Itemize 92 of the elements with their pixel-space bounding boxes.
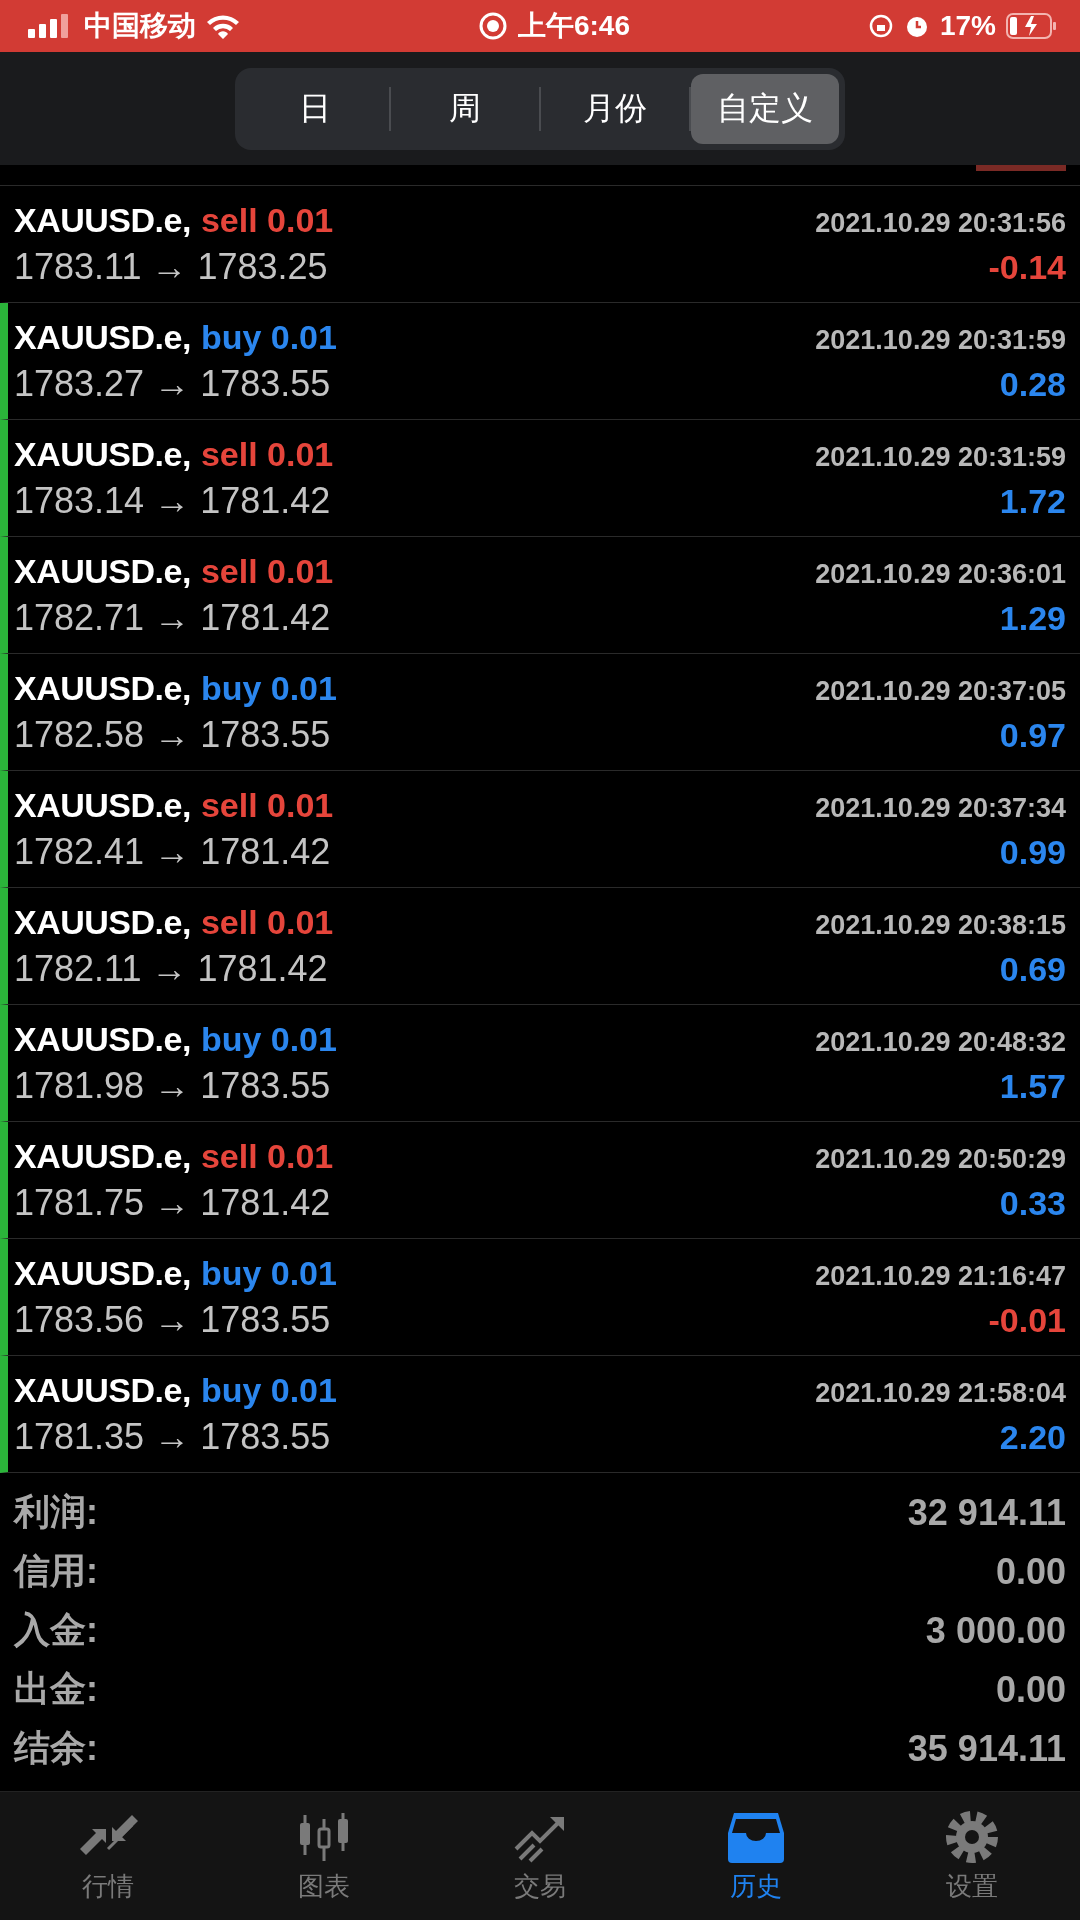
deal-time: 2021.10.29 21:16:47 <box>815 1260 1066 1292</box>
profit-value: 0.28 <box>999 364 1066 404</box>
summary-label: 结余: <box>14 1726 98 1770</box>
order-label: sell 0.01 <box>200 1136 334 1176</box>
deal-row[interactable]: XAUUSD.e, sell 0.01 2021.10.29 20:31:56 1783.11 → 1783.25 -0.14 <box>0 186 1080 303</box>
deal-time: 2021.10.29 20:31:59 <box>815 324 1066 356</box>
profit-value: 1.57 <box>999 1066 1066 1106</box>
nav-tab[interactable]: 设置 <box>864 1792 1080 1920</box>
symbol-label: XAUUSD.e, <box>14 902 191 942</box>
order-label: buy 0.01 <box>200 1253 337 1293</box>
profit-value: 1.72 <box>999 481 1066 521</box>
price-range: 1781.35 → 1783.55 <box>14 1415 331 1458</box>
deal-time: 2021.10.29 20:37:34 <box>815 792 1066 824</box>
profit-value: 0.33 <box>999 1183 1066 1223</box>
wifi-icon <box>206 13 240 39</box>
symbol-label: XAUUSD.e, <box>14 1136 191 1176</box>
symbol-label: XAUUSD.e, <box>14 434 191 474</box>
order-label: sell 0.01 <box>200 200 334 240</box>
symbol-label: XAUUSD.e, <box>14 200 191 240</box>
price-range: 1783.14 → 1781.42 <box>14 479 331 522</box>
order-label: sell 0.01 <box>200 551 334 591</box>
deal-time: 2021.10.29 20:48:32 <box>815 1026 1066 1058</box>
clock-time: 上午6:46 <box>517 9 630 43</box>
deal-row[interactable]: XAUUSD.e, buy 0.01 2021.10.29 20:37:05 1782.58 → 1783.55 0.97 <box>0 654 1080 771</box>
price-range: 1782.11 → 1781.42 <box>14 947 328 990</box>
period-tab[interactable]: 月份 <box>541 73 689 144</box>
symbol-label: XAUUSD.e, <box>14 785 191 825</box>
rotation-lock-icon <box>867 13 894 39</box>
period-tab[interactable]: 自定义 <box>691 73 839 144</box>
symbol-label: XAUUSD.e, <box>14 1019 191 1059</box>
symbol-label: XAUUSD.e, <box>14 317 191 357</box>
price-range: 1782.41 → 1781.42 <box>14 830 331 873</box>
deal-row[interactable]: XAUUSD.e, sell 0.01 2021.10.29 20:50:29 1781.75 → 1781.42 0.33 <box>0 1122 1080 1239</box>
profit-value: 1.29 <box>999 598 1066 638</box>
profit-value: 0.99 <box>999 832 1066 872</box>
deal-time: 2021.10.29 20:38:15 <box>815 909 1066 941</box>
order-label: buy 0.01 <box>200 1370 337 1410</box>
price-range: 1782.71 → 1781.42 <box>14 596 331 639</box>
period-tab[interactable]: 日 <box>241 73 389 144</box>
symbol-label: XAUUSD.e, <box>14 1370 191 1410</box>
deal-time: 2021.10.29 20:36:01 <box>815 558 1066 590</box>
order-label: buy 0.01 <box>200 1019 337 1059</box>
price-range: 1782.58 → 1783.55 <box>14 713 331 756</box>
record-icon <box>477 11 508 41</box>
deal-time: 2021.10.29 21:58:04 <box>815 1377 1066 1409</box>
order-label: sell 0.01 <box>200 434 334 474</box>
deal-time: 2021.10.29 20:31:59 <box>815 441 1066 473</box>
profit-value: 0.69 <box>999 949 1066 989</box>
price-range: 1783.56 → 1783.55 <box>14 1298 331 1341</box>
nav-tab[interactable]: 行情 <box>0 1792 216 1920</box>
summary-value: 32 914.11 <box>907 1491 1066 1534</box>
deal-time: 2021.10.29 20:31:56 <box>815 207 1066 239</box>
summary-value: 35 914.11 <box>907 1727 1066 1770</box>
summary-label: 利润: <box>14 1490 98 1534</box>
deal-row[interactable]: XAUUSD.e, buy 0.01 2021.10.29 20:48:32 1781.98 → 1783.55 1.57 <box>0 1005 1080 1122</box>
profit-value: -0.14 <box>988 247 1066 287</box>
deal-row[interactable]: XAUUSD.e, sell 0.01 2021.10.29 20:36:01 1782.71 → 1781.42 1.29 <box>0 537 1080 654</box>
symbol-label: XAUUSD.e, <box>14 551 191 591</box>
order-label: buy 0.01 <box>200 668 337 708</box>
deal-row[interactable]: XAUUSD.e, sell 0.01 2021.10.29 20:37:34 1782.41 → 1781.42 0.99 <box>0 771 1080 888</box>
deal-row[interactable]: XAUUSD.e, sell 0.01 2021.10.29 20:31:59 1783.14 → 1781.42 1.72 <box>0 420 1080 537</box>
price-range: 1781.98 → 1783.55 <box>14 1064 331 1107</box>
summary-value: 0.00 <box>995 1668 1066 1711</box>
summary-label: 信用: <box>14 1549 98 1593</box>
deal-row[interactable]: XAUUSD.e, buy 0.01 2021.10.29 20:31:59 1783.27 → 1783.55 0.28 <box>0 303 1080 420</box>
symbol-label: XAUUSD.e, <box>14 668 191 708</box>
price-range: 1783.11 → 1783.25 <box>14 245 328 288</box>
summary-label: 入金: <box>14 1608 98 1652</box>
profit-value: -0.01 <box>988 1300 1066 1340</box>
battery-icon <box>1006 13 1058 39</box>
price-range: 1783.27 → 1783.55 <box>14 362 331 405</box>
nav-tab[interactable]: 图表 <box>216 1792 432 1920</box>
battery-percent: 17% <box>939 10 996 42</box>
nav-tab[interactable]: 交易 <box>432 1792 648 1920</box>
carrier-name: 中国移动 <box>84 9 196 43</box>
period-tab[interactable]: 周 <box>391 73 539 144</box>
deal-time: 2021.10.29 20:50:29 <box>815 1143 1066 1175</box>
order-label: sell 0.01 <box>200 902 334 942</box>
deal-row[interactable]: XAUUSD.e, buy 0.01 2021.10.29 21:58:04 1781.35 → 1783.55 2.20 <box>0 1356 1080 1473</box>
price-range: 1781.75 → 1781.42 <box>14 1181 331 1224</box>
summary-value: 3 000.00 <box>925 1609 1066 1652</box>
nav-tab[interactable]: 历史 <box>648 1792 864 1920</box>
summary-value: 0.00 <box>995 1550 1066 1593</box>
deal-row[interactable]: XAUUSD.e, buy 0.01 2021.10.29 21:16:47 1783.56 → 1783.55 -0.01 <box>0 1239 1080 1356</box>
order-label: sell 0.01 <box>200 785 334 825</box>
symbol-label: XAUUSD.e, <box>14 1253 191 1293</box>
deal-row[interactable]: XAUUSD.e, sell 0.01 2021.10.29 20:38:15 1782.11 → 1781.42 0.69 <box>0 888 1080 1005</box>
order-label: buy 0.01 <box>200 317 337 357</box>
profit-value: 0.97 <box>999 715 1066 755</box>
deal-time: 2021.10.29 20:37:05 <box>815 675 1066 707</box>
profit-value: 2.20 <box>999 1417 1066 1457</box>
summary-label: 出金: <box>14 1667 98 1711</box>
